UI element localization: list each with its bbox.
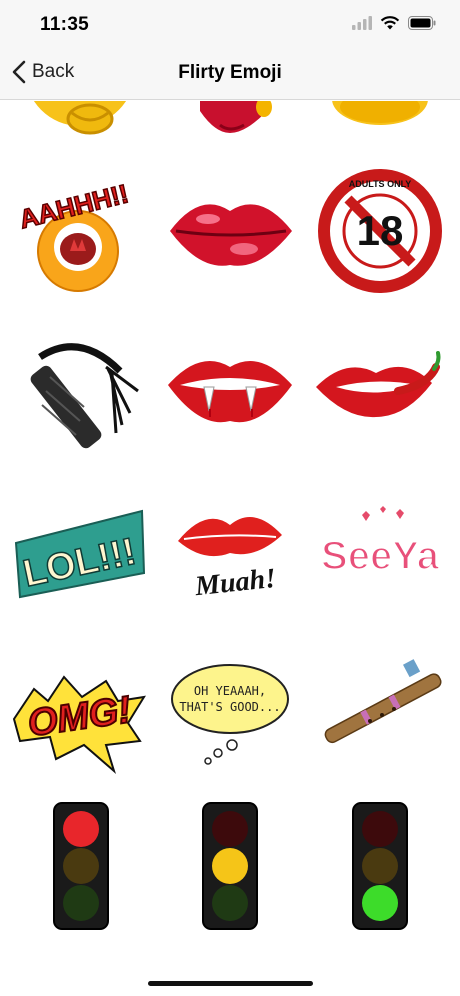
home-indicator[interactable] <box>148 981 313 986</box>
seeya-sticker[interactable]: SeeYa <box>310 481 450 621</box>
speech-bubble-icon: OH YEAAAH, THAT'S GOOD... <box>171 664 289 765</box>
seeya-badge-icon: SeeYa <box>320 506 441 579</box>
aahhh-screaming-face-sticker[interactable]: AAHHH!! <box>10 161 150 301</box>
status-time: 11:35 <box>40 14 90 35</box>
traffic-light-red-sticker[interactable] <box>10 801 150 941</box>
lol-sticker[interactable]: LOL!!! <box>10 481 150 621</box>
traffic-light-green-icon <box>352 802 408 930</box>
black-whip-sticker[interactable] <box>10 321 150 461</box>
heart-icon <box>200 101 272 133</box>
status-bar: 11:35 <box>0 0 460 48</box>
page-title: Flirty Emoji <box>178 62 282 83</box>
red-lips-sticker[interactable] <box>160 161 300 301</box>
omg-sticker[interactable]: OMG! <box>10 641 150 781</box>
status-icons <box>352 16 436 30</box>
adults-only-18-sticker[interactable]: 18 ADULTS ONLY <box>310 161 450 301</box>
omg-burst-icon: OMG! <box>12 675 146 775</box>
whip-icon <box>30 343 139 449</box>
flute-icon <box>324 659 442 744</box>
kiss-muah-sticker[interactable]: Muah! <box>160 481 300 621</box>
partial-heart-sticker[interactable] <box>160 101 300 141</box>
battery-icon <box>408 16 436 30</box>
yellow-face-icon <box>332 101 428 125</box>
lol-badge-icon: LOL!!! <box>14 509 146 599</box>
speech-line-1: OH YEAAAH, <box>194 684 266 698</box>
speech-line-2: THAT'S GOOD... <box>179 700 280 714</box>
vampire-lips-icon <box>168 361 292 423</box>
navigation-bar: Back Flirty Emoji <box>0 48 460 100</box>
screaming-face-icon: AAHHH!! <box>15 178 132 292</box>
vampire-lips-sticker[interactable] <box>160 321 300 461</box>
traffic-light-yellow-sticker[interactable] <box>160 801 300 941</box>
lips-chili-pepper-sticker[interactable] <box>310 321 450 461</box>
partial-yellow-face-sticker[interactable] <box>310 101 450 141</box>
adults-only-number: 18 <box>357 207 404 254</box>
traffic-light-green-sticker[interactable] <box>310 801 450 941</box>
cellular-signal-icon <box>352 16 372 30</box>
sticker-grid: AAHHH!! 18 ADULTS ONLY LOL!!! Muah! SeeY… <box>0 101 460 996</box>
oh-yeaaah-speech-bubble-sticker[interactable]: OH YEAAAH, THAT'S GOOD... <box>160 641 300 781</box>
emoji-face-icon <box>33 101 127 135</box>
wifi-icon <box>380 16 400 30</box>
partial-emoji-face-sticker[interactable] <box>10 101 150 141</box>
lips-icon <box>170 204 292 266</box>
traffic-light-red-icon <box>53 802 109 930</box>
traffic-light-yellow-icon <box>202 802 258 930</box>
kiss-mark-icon: Muah! <box>178 517 282 602</box>
seeya-text: SeeYa <box>321 534 440 578</box>
adults-only-ring-text: ADULTS ONLY <box>349 179 412 189</box>
adults-only-badge-icon: 18 ADULTS ONLY <box>318 169 442 293</box>
lips-pepper-icon <box>316 351 441 418</box>
muah-text: Muah! <box>193 563 278 602</box>
wooden-flute-sticker[interactable] <box>310 641 450 781</box>
